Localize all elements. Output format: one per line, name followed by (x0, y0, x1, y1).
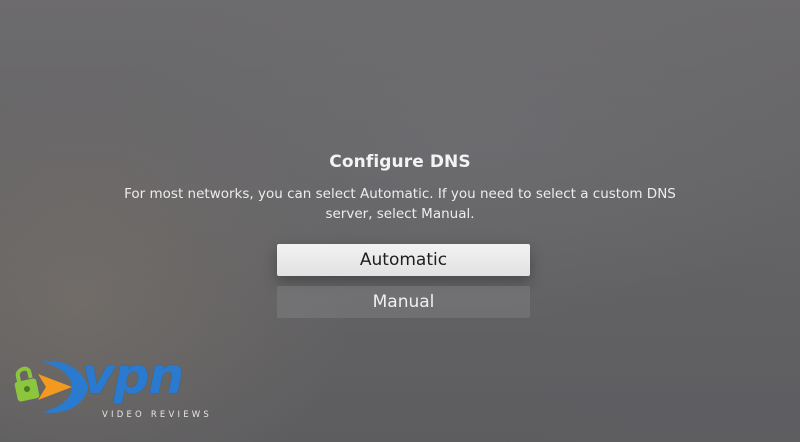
dns-options-list: Automatic Manual (277, 244, 530, 318)
configure-dns-dialog: Configure DNS For most networks, you can… (0, 150, 800, 224)
dialog-message: For most networks, you can select Automa… (124, 186, 676, 222)
video-reviews-label: VIDEO REVIEWS (102, 410, 212, 420)
tvos-settings-screen: Configure DNS For most networks, you can… (0, 0, 800, 442)
automatic-option-button[interactable]: Automatic (277, 244, 530, 276)
vpn-video-reviews-watermark: vpn VIDEO REVIEWS (12, 348, 222, 428)
manual-option-button[interactable]: Manual (277, 286, 530, 318)
dialog-title: Configure DNS (329, 152, 471, 172)
vpn-logo-text: vpn (82, 347, 184, 405)
